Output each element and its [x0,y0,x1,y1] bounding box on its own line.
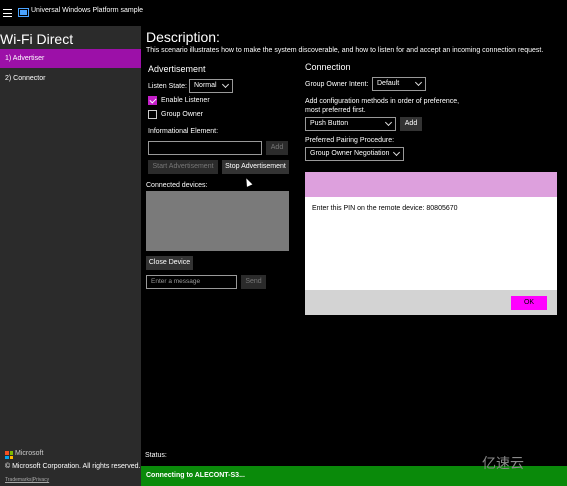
pairing-procedure-label: Preferred Pairing Procedure: [305,137,395,144]
listen-state-value: Normal [194,82,217,89]
watermark-logo: 亿速云 [482,455,524,471]
sidebar-item-connector[interactable]: 2) Connector [0,69,141,88]
sidebar-item-advertiser[interactable]: 1) Advertiser [0,49,141,68]
config-method-select[interactable]: Push Button [305,117,396,131]
connection-heading: Connection [305,62,351,72]
chevron-down-icon [392,148,401,157]
message-input[interactable]: Enter a message [146,275,237,289]
config-methods-label: Add configuration methods in order of pr… [305,98,460,114]
config-method-add-button[interactable]: Add [400,117,422,131]
close-device-button[interactable]: Close Device [146,256,193,270]
start-advertisement-button[interactable]: Start Advertisement [148,160,218,174]
chevron-down-icon [221,80,230,89]
status-label: Status: [145,452,167,459]
pairing-procedure-value: Group Owner Negotiation [310,150,390,157]
group-owner-intent-label: Group Owner Intent: [305,81,369,88]
microsoft-logo-icon [5,451,13,459]
send-button[interactable]: Send [241,275,266,289]
config-method-value: Push Button [310,120,349,127]
footer-links[interactable]: Trademarks|Privacy [5,477,49,483]
group-owner-intent-select[interactable]: Default [372,77,426,91]
pin-dialog-ok-button[interactable]: OK [511,296,547,310]
group-owner-intent-value: Default [377,80,400,87]
chevron-down-icon [414,78,423,87]
pin-dialog-message: Enter this PIN on the remote device: 808… [312,205,458,212]
listen-state-label: Listen State: [148,83,187,90]
advertisement-heading: Advertisement [148,64,206,74]
title-bar: Universal Windows Platform sample [0,0,567,26]
description-title: Description: [146,29,220,45]
info-element-input[interactable] [148,141,262,155]
enable-listener-label: Enable Listener [161,97,210,104]
connected-devices-label: Connected devices: [146,182,208,189]
stop-advertisement-button[interactable]: Stop Advertisement [222,160,289,174]
sidebar: Wi-Fi Direct 1) Advertiser 2) Connector … [0,26,141,486]
connected-devices-list[interactable] [146,191,289,251]
pairing-procedure-select[interactable]: Group Owner Negotiation [305,147,404,161]
info-element-add-button[interactable]: Add [266,141,288,155]
group-owner-label: Group Owner [161,111,204,118]
hamburger-menu-icon[interactable] [3,9,12,17]
app-icon [18,8,29,17]
description-text: This scenario illustrates how to make th… [146,47,544,54]
sidebar-title: Wi-Fi Direct [0,31,74,47]
pin-dialog-header [305,172,557,197]
copyright-text: © Microsoft Corporation. All rights rese… [5,463,141,470]
window-title: Universal Windows Platform sample [31,7,144,14]
mouse-cursor-icon [243,177,253,187]
enable-listener-checkbox[interactable] [148,96,157,105]
listen-state-select[interactable]: Normal [189,79,233,93]
status-message: Connecting to ALECONT-S3... [146,472,245,479]
group-owner-checkbox[interactable] [148,110,157,119]
microsoft-brand: Microsoft [15,450,44,457]
info-element-label: Informational Element: [148,128,219,135]
chevron-down-icon [384,118,393,127]
